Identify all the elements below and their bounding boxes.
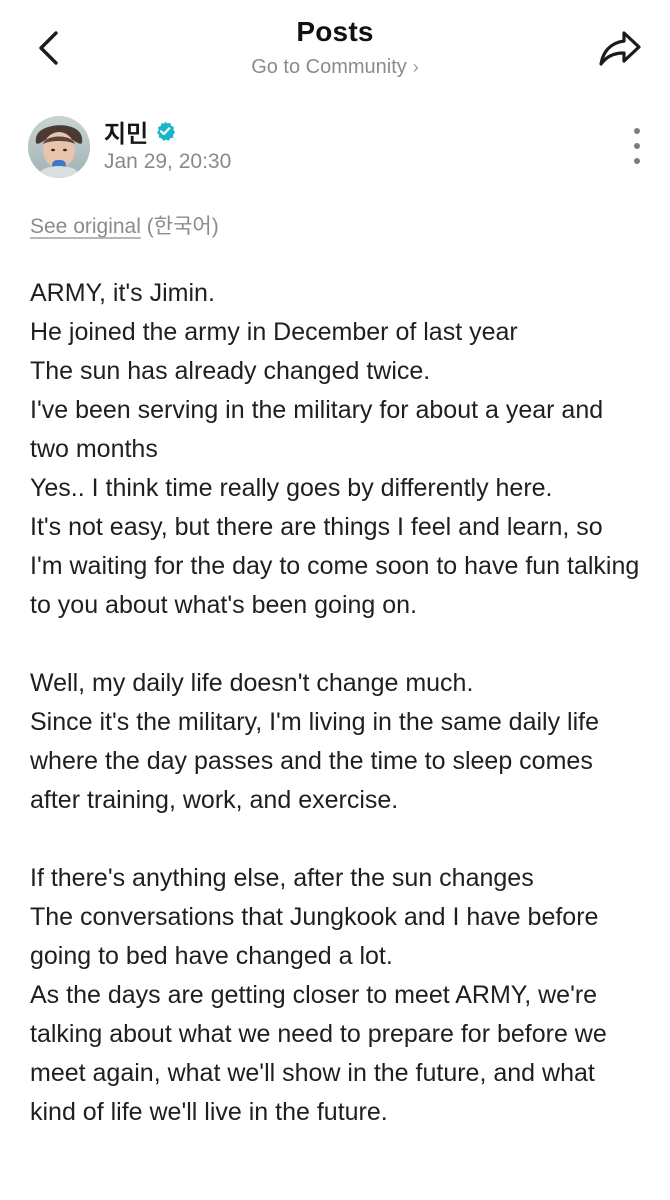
more-dot-icon: [634, 128, 640, 134]
more-dot-icon: [634, 158, 640, 164]
post-timestamp: Jan 29, 20:30: [104, 150, 232, 173]
more-options-button[interactable]: [626, 128, 648, 164]
post-line: Yes.. I think time really goes by differ…: [30, 474, 553, 502]
post-screen: Posts Go to Community › 지민 Jan 29, 20:30…: [0, 0, 670, 1200]
share-button[interactable]: [596, 24, 644, 72]
go-to-community-link[interactable]: Go to Community ›: [0, 56, 670, 79]
post-line: Since it's the military, I'm living in t…: [30, 708, 606, 814]
post-line: It's not easy, but there are things I fe…: [30, 513, 647, 619]
avatar-image: [28, 116, 90, 178]
more-dot-icon: [634, 143, 640, 149]
original-language-label: (한국어): [146, 215, 219, 238]
post-line: If there's anything else, after the sun …: [30, 864, 534, 892]
author-name-group: 지민: [104, 114, 176, 149]
community-link-label: Go to Community: [251, 56, 407, 78]
avatar[interactable]: [28, 116, 90, 178]
post-line: He joined the army in December of last y…: [30, 318, 518, 346]
post-line: As the days are getting closer to meet A…: [30, 981, 614, 1126]
post-body: ARMY, it's Jimin. He joined the army in …: [30, 274, 642, 1132]
verified-badge-icon: [157, 121, 176, 141]
chevron-right-icon: ›: [412, 57, 419, 77]
header-bar: Posts Go to Community ›: [0, 0, 670, 100]
post-line: I've been serving in the military for ab…: [30, 396, 611, 463]
post-line: Well, my daily life doesn't change much.: [30, 669, 474, 697]
see-original-link[interactable]: See original: [30, 215, 141, 238]
page-title: Posts: [296, 16, 374, 47]
post-line: The sun has already changed twice.: [30, 357, 431, 385]
author-row: 지민 Jan 29, 20:30: [28, 114, 648, 178]
author-name[interactable]: 지민: [104, 114, 148, 149]
share-arrow-icon: [599, 31, 641, 66]
translation-row: See original (한국어): [30, 210, 219, 240]
post-line: ARMY, it's Jimin.: [30, 279, 215, 307]
post-line: The conversations that Jungkook and I ha…: [30, 903, 606, 970]
